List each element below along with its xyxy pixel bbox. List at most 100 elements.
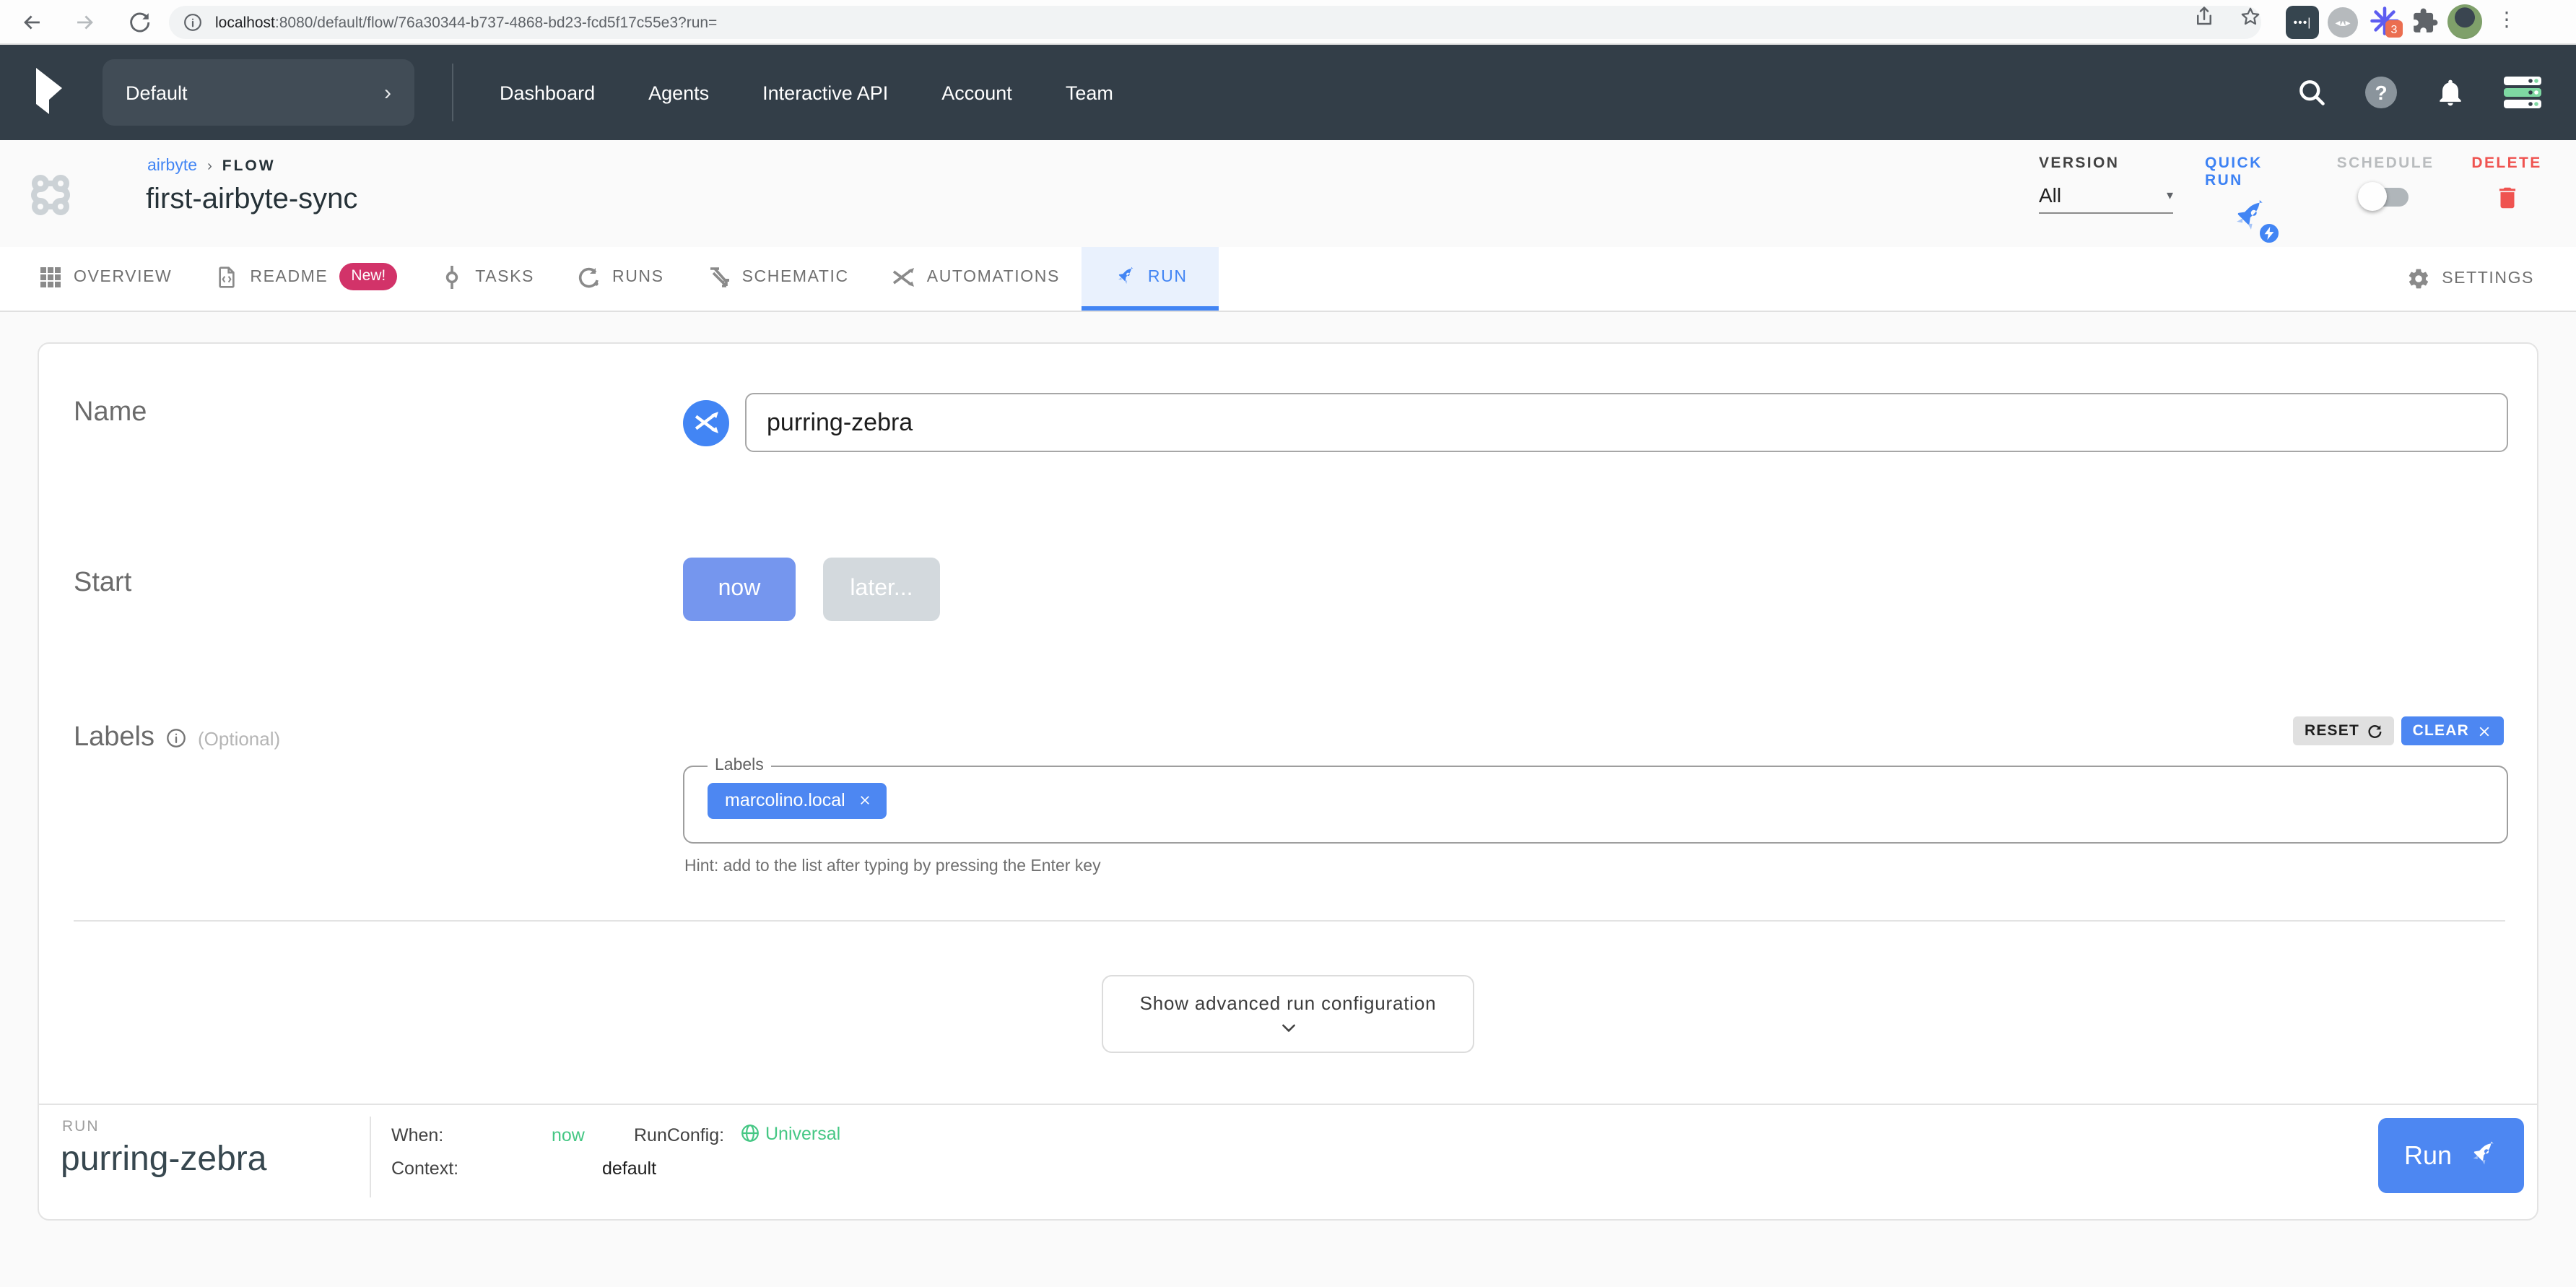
caret-down-icon: ▾ [2167,187,2173,203]
runconfig-value-wrap: Universal [741,1124,840,1144]
quick-run-button[interactable] [2228,198,2268,238]
nav-item-interactive-api[interactable]: Interactive API [762,82,888,103]
chevron-right-icon: › [384,80,391,105]
workspace-name: Default [126,82,188,103]
clear-button[interactable]: CLEAR [2401,716,2504,745]
runconfig-value: Universal [765,1124,840,1144]
extension-badge: 3 [2385,20,2403,38]
password-extension-icon[interactable]: •••| [2286,6,2319,39]
tab-schematic[interactable]: SCHEMATIC [686,247,871,311]
bolt-badge-icon [2258,222,2280,244]
chevron-down-icon [1279,1018,1297,1036]
version-value: All [2039,183,2061,207]
extensions-puzzle-icon[interactable] [2411,7,2439,35]
nav-item-dashboard[interactable]: Dashboard [500,82,595,103]
tab-automations-label: AUTOMATIONS [927,268,1060,285]
server-status-icon[interactable] [2504,77,2541,108]
version-control: VERSION All ▾ [2039,155,2173,214]
start-buttons: now later... [683,558,940,621]
version-label: VERSION [2039,155,2119,172]
tab-run-label: RUN [1148,268,1188,285]
share-icon[interactable] [2193,6,2215,27]
start-later-button[interactable]: later... [823,558,940,621]
shuffle-icon [892,265,915,288]
run-config-card: Name Start now later... Labels (Optional… [38,342,2538,1221]
gear-icon [2407,267,2430,290]
browser-back-icon[interactable] [20,10,45,35]
reset-label: RESET [2305,722,2359,740]
run-button[interactable]: Run [2378,1118,2524,1193]
help-icon[interactable]: ? [2365,77,2397,108]
nav-item-account[interactable]: Account [941,82,1012,103]
close-icon [2476,723,2492,739]
flow-icon [26,172,81,218]
footer-divider [370,1117,371,1197]
extension-circle-icon[interactable]: ◂▴▸ [2328,7,2358,38]
nav-item-agents[interactable]: Agents [648,82,709,103]
browser-menu-icon[interactable]: ⋮ [2497,7,2517,32]
tab-run[interactable]: RUN [1082,247,1219,311]
footer-run-name: purring-zebra [61,1140,266,1180]
reset-button[interactable]: RESET [2293,716,2394,745]
tab-bar: OVERVIEW README New! TASKS RUNS SCHEMATI… [0,247,2576,312]
show-advanced-label: Show advanced run configuration [1140,992,1437,1013]
version-select[interactable]: All ▾ [2039,183,2173,214]
when-label: When: [391,1125,443,1145]
toggle-knob [2358,182,2387,211]
browser-profile-avatar[interactable] [2447,4,2482,39]
tab-runs-label: RUNS [612,268,664,285]
search-icon[interactable] [2296,77,2328,108]
labels-title: Labels (Optional) [74,722,280,754]
tab-tasks-label: TASKS [475,268,534,285]
rocket-icon [1113,265,1136,288]
tab-readme[interactable]: README New! [193,247,419,311]
app-navbar: Default › Dashboard Agents Interactive A… [0,45,2576,140]
tab-overview[interactable]: OVERVIEW [17,247,193,311]
tab-readme-label: README [250,268,328,285]
browser-forward-icon[interactable] [72,10,97,35]
bookmark-star-icon[interactable] [2240,6,2261,27]
nav-item-team[interactable]: Team [1066,82,1113,103]
site-info-icon[interactable] [183,13,202,32]
delete-control: DELETE [2473,155,2540,214]
labels-input-field[interactable]: Labels marcolino.local [683,757,2508,844]
run-summary-footer: RUN purring-zebra When: now Context: def… [39,1104,2537,1219]
start-label: Start [74,568,131,599]
context-value: default [602,1158,656,1179]
labels-label: Labels [74,722,155,754]
start-now-button[interactable]: now [683,558,796,621]
tab-schematic-label: SCHEMATIC [742,268,849,285]
chip-remove-icon[interactable] [858,793,873,807]
breadcrumb-current: FLOW [222,157,276,175]
schedule-toggle[interactable] [2362,188,2409,207]
tab-runs[interactable]: RUNS [556,247,686,311]
app-window: localhost:8080/default/flow/76a30344-b73… [0,0,2576,1287]
refresh-icon [2367,723,2383,739]
workspace-selector[interactable]: Default › [103,59,414,126]
page-title: first-airbyte-sync [146,183,357,217]
delete-label: DELETE [2471,155,2541,172]
runs-cycle-icon [578,265,601,288]
name-label: Name [74,397,147,429]
browser-refresh-icon[interactable] [127,10,152,35]
randomize-name-button[interactable] [683,399,729,446]
address-bar[interactable]: localhost:8080/default/flow/76a30344-b73… [169,6,2261,39]
footer-run-label: RUN [62,1118,100,1135]
trash-icon[interactable] [2493,182,2520,214]
breadcrumb: airbyte › FLOW [147,157,276,175]
notifications-bell-icon[interactable] [2434,77,2466,108]
info-icon[interactable] [166,728,186,748]
section-divider [74,920,2505,922]
tab-automations[interactable]: AUTOMATIONS [871,247,1082,311]
label-chip-text: marcolino.local [725,790,845,810]
breadcrumb-parent-link[interactable]: airbyte [147,157,197,175]
runconfig-label: RunConfig: [634,1125,724,1145]
page-header: airbyte › FLOW first-airbyte-sync VERSIO… [0,140,2576,247]
tab-tasks[interactable]: TASKS [419,247,556,311]
name-input[interactable] [745,393,2508,452]
tab-settings[interactable]: SETTINGS [2385,247,2556,311]
url-path: :8080/default/flow/76a30344-b737-4868-bd… [275,14,717,31]
app-logo-icon[interactable] [29,65,68,120]
navbar-actions: ? [2296,77,2541,108]
show-advanced-button[interactable]: Show advanced run configuration [1102,975,1474,1053]
